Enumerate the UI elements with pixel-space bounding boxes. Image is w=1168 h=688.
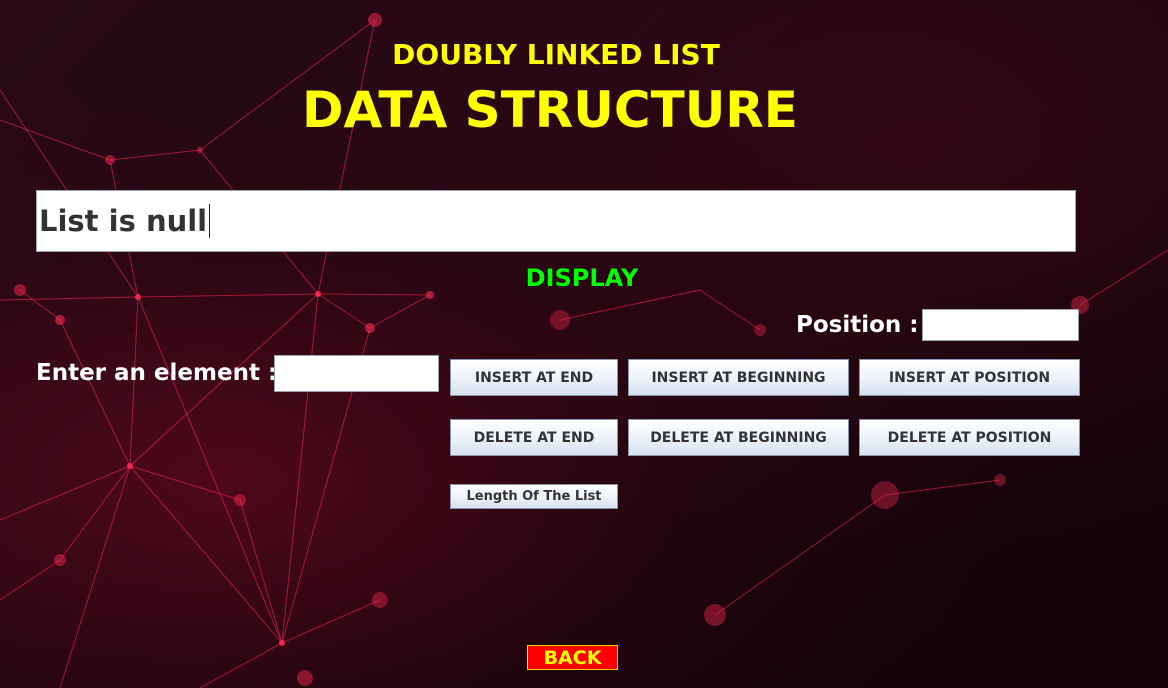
display-label: DISPLAY bbox=[525, 264, 639, 292]
element-label: Enter an element : bbox=[36, 360, 278, 386]
position-label: Position : bbox=[796, 312, 919, 338]
insert-at-end-button[interactable]: INSERT AT END bbox=[450, 359, 618, 396]
length-of-list-button[interactable]: Length Of The List bbox=[450, 484, 618, 509]
display-output-field[interactable]: List is null bbox=[36, 190, 1076, 252]
insert-at-position-button[interactable]: INSERT AT POSITION bbox=[859, 359, 1080, 396]
element-input[interactable] bbox=[274, 355, 439, 392]
display-output-text: List is null bbox=[39, 204, 208, 238]
text-caret bbox=[209, 204, 211, 238]
insert-at-beginning-button[interactable]: INSERT AT BEGINNING bbox=[628, 359, 849, 396]
delete-at-position-button[interactable]: DELETE AT POSITION bbox=[859, 419, 1080, 456]
subtitle: DOUBLY LINKED LIST bbox=[392, 38, 720, 71]
back-button[interactable]: BACK bbox=[527, 645, 618, 670]
delete-at-end-button[interactable]: DELETE AT END bbox=[450, 419, 618, 456]
page-title: DATA STRUCTURE bbox=[302, 81, 798, 139]
delete-at-beginning-button[interactable]: DELETE AT BEGINNING bbox=[628, 419, 849, 456]
position-input[interactable] bbox=[922, 309, 1079, 341]
